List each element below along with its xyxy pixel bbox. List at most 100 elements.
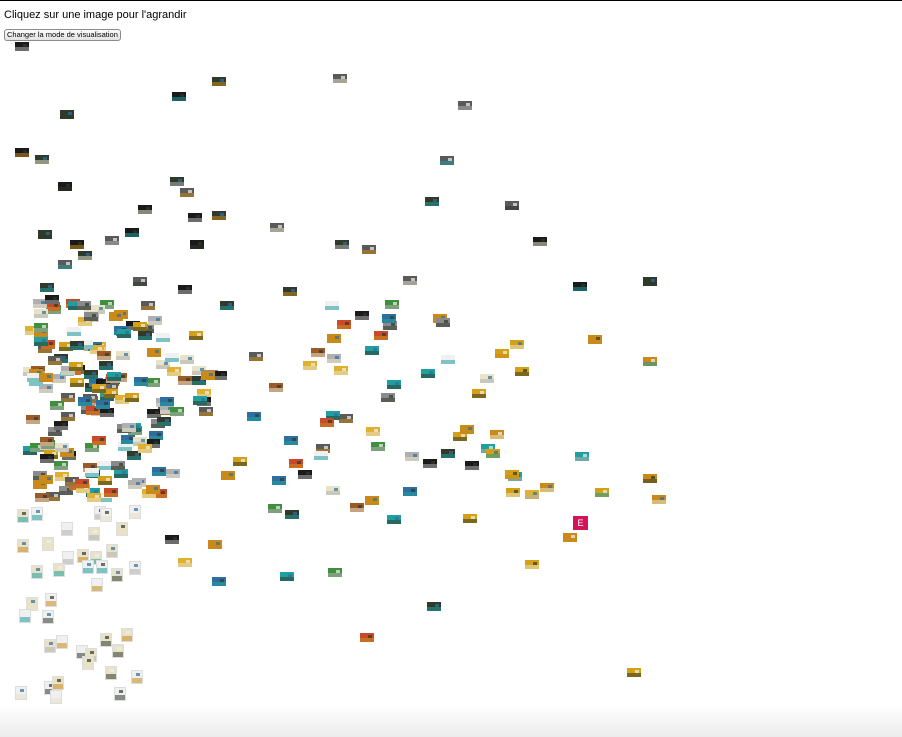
image-thumbnail[interactable] <box>70 341 84 350</box>
image-thumbnail[interactable] <box>272 476 286 485</box>
image-thumbnail[interactable] <box>152 467 166 476</box>
image-thumbnail[interactable] <box>247 412 261 421</box>
image-thumbnail[interactable] <box>52 676 64 690</box>
image-thumbnail[interactable] <box>121 628 133 642</box>
image-thumbnail[interactable] <box>26 415 40 424</box>
image-thumbnail[interactable] <box>146 485 160 494</box>
image-thumbnail[interactable] <box>643 277 657 286</box>
image-thumbnail[interactable] <box>403 276 417 285</box>
image-thumbnail[interactable] <box>220 301 234 310</box>
image-thumbnail[interactable] <box>91 578 103 592</box>
image-thumbnail[interactable] <box>190 240 204 249</box>
image-thumbnail[interactable] <box>39 475 53 484</box>
image-thumbnail[interactable] <box>82 560 94 574</box>
image-thumbnail[interactable] <box>125 228 139 237</box>
image-thumbnail[interactable] <box>96 560 108 574</box>
image-thumbnail[interactable] <box>15 42 29 51</box>
image-thumbnail[interactable] <box>595 488 609 497</box>
image-thumbnail[interactable] <box>327 334 341 343</box>
image-thumbnail[interactable] <box>588 335 602 344</box>
image-thumbnail[interactable] <box>170 407 184 416</box>
image-thumbnail[interactable] <box>212 577 226 586</box>
image-thumbnail[interactable] <box>31 565 43 579</box>
image-thumbnail[interactable] <box>78 397 92 406</box>
image-thumbnail[interactable] <box>109 312 123 321</box>
image-thumbnail[interactable] <box>39 373 53 382</box>
image-thumbnail[interactable] <box>405 452 419 461</box>
image-thumbnail[interactable] <box>208 540 222 549</box>
image-thumbnail[interactable] <box>165 535 179 544</box>
image-thumbnail[interactable] <box>31 507 43 521</box>
image-thumbnail[interactable] <box>335 240 349 249</box>
image-thumbnail[interactable] <box>122 423 136 432</box>
image-thumbnail[interactable] <box>116 522 128 536</box>
image-thumbnail[interactable] <box>180 188 194 197</box>
image-thumbnail[interactable] <box>436 318 450 327</box>
image-thumbnail[interactable] <box>362 245 376 254</box>
image-thumbnail[interactable] <box>138 331 152 340</box>
image-thumbnail[interactable] <box>114 687 126 701</box>
image-thumbnail[interactable] <box>387 515 401 524</box>
image-thumbnail[interactable] <box>125 393 139 402</box>
image-thumbnail[interactable] <box>427 602 441 611</box>
image-thumbnail[interactable] <box>350 503 364 512</box>
image-thumbnail[interactable] <box>326 486 340 495</box>
image-thumbnail[interactable] <box>365 496 379 505</box>
image-thumbnail[interactable] <box>387 380 401 389</box>
image-thumbnail[interactable] <box>75 479 89 488</box>
image-thumbnail[interactable] <box>42 610 54 624</box>
image-thumbnail[interactable] <box>180 355 194 364</box>
image-thumbnail[interactable] <box>525 490 539 499</box>
image-thumbnail[interactable] <box>178 285 192 294</box>
image-thumbnail[interactable] <box>189 331 203 340</box>
image-thumbnail[interactable] <box>45 295 59 304</box>
image-thumbnail[interactable] <box>117 329 131 338</box>
image-thumbnail[interactable] <box>495 349 509 358</box>
image-thumbnail[interactable] <box>88 527 100 541</box>
image-thumbnail[interactable] <box>84 370 98 379</box>
image-thumbnail[interactable] <box>87 493 101 502</box>
image-thumbnail[interactable] <box>99 361 113 370</box>
image-thumbnail[interactable] <box>58 260 72 269</box>
image-thumbnail[interactable] <box>100 408 114 417</box>
image-thumbnail[interactable] <box>314 451 328 460</box>
image-thumbnail[interactable] <box>100 633 112 647</box>
image-thumbnail[interactable] <box>212 77 226 86</box>
image-thumbnail[interactable] <box>15 686 27 700</box>
image-thumbnail[interactable] <box>212 211 226 220</box>
image-thumbnail[interactable] <box>138 444 152 453</box>
image-thumbnail[interactable] <box>385 300 399 309</box>
image-thumbnail[interactable] <box>188 213 202 222</box>
image-thumbnail[interactable] <box>50 401 64 410</box>
image-thumbnail[interactable] <box>61 522 73 536</box>
image-thumbnail[interactable] <box>643 474 657 483</box>
image-thumbnail[interactable] <box>112 644 124 658</box>
image-thumbnail[interactable] <box>480 374 494 383</box>
image-thumbnail[interactable] <box>98 476 112 485</box>
image-thumbnail[interactable] <box>156 333 170 342</box>
image-thumbnail[interactable] <box>505 470 519 479</box>
image-thumbnail[interactable] <box>61 412 75 421</box>
image-thumbnail[interactable] <box>490 430 504 439</box>
image-thumbnail[interactable] <box>334 366 348 375</box>
image-thumbnail[interactable] <box>148 316 162 325</box>
image-thumbnail[interactable] <box>116 351 130 360</box>
image-thumbnail[interactable] <box>421 369 435 378</box>
image-thumbnail[interactable] <box>56 635 68 649</box>
image-thumbnail[interactable] <box>42 537 54 551</box>
image-thumbnail[interactable] <box>463 514 477 523</box>
image-thumbnail[interactable] <box>67 327 81 336</box>
image-thumbnail[interactable] <box>627 668 641 677</box>
image-thumbnail[interactable] <box>78 251 92 260</box>
image-thumbnail[interactable] <box>472 389 486 398</box>
image-thumbnail[interactable] <box>458 101 472 110</box>
image-thumbnail[interactable] <box>92 436 106 445</box>
image-thumbnail[interactable] <box>19 609 31 623</box>
image-thumbnail[interactable] <box>138 205 152 214</box>
image-thumbnail[interactable] <box>97 351 111 360</box>
image-thumbnail[interactable] <box>114 469 128 478</box>
image-thumbnail[interactable] <box>17 539 29 553</box>
image-thumbnail[interactable] <box>298 470 312 479</box>
image-thumbnail[interactable] <box>160 397 174 406</box>
image-thumbnail[interactable] <box>34 337 48 346</box>
